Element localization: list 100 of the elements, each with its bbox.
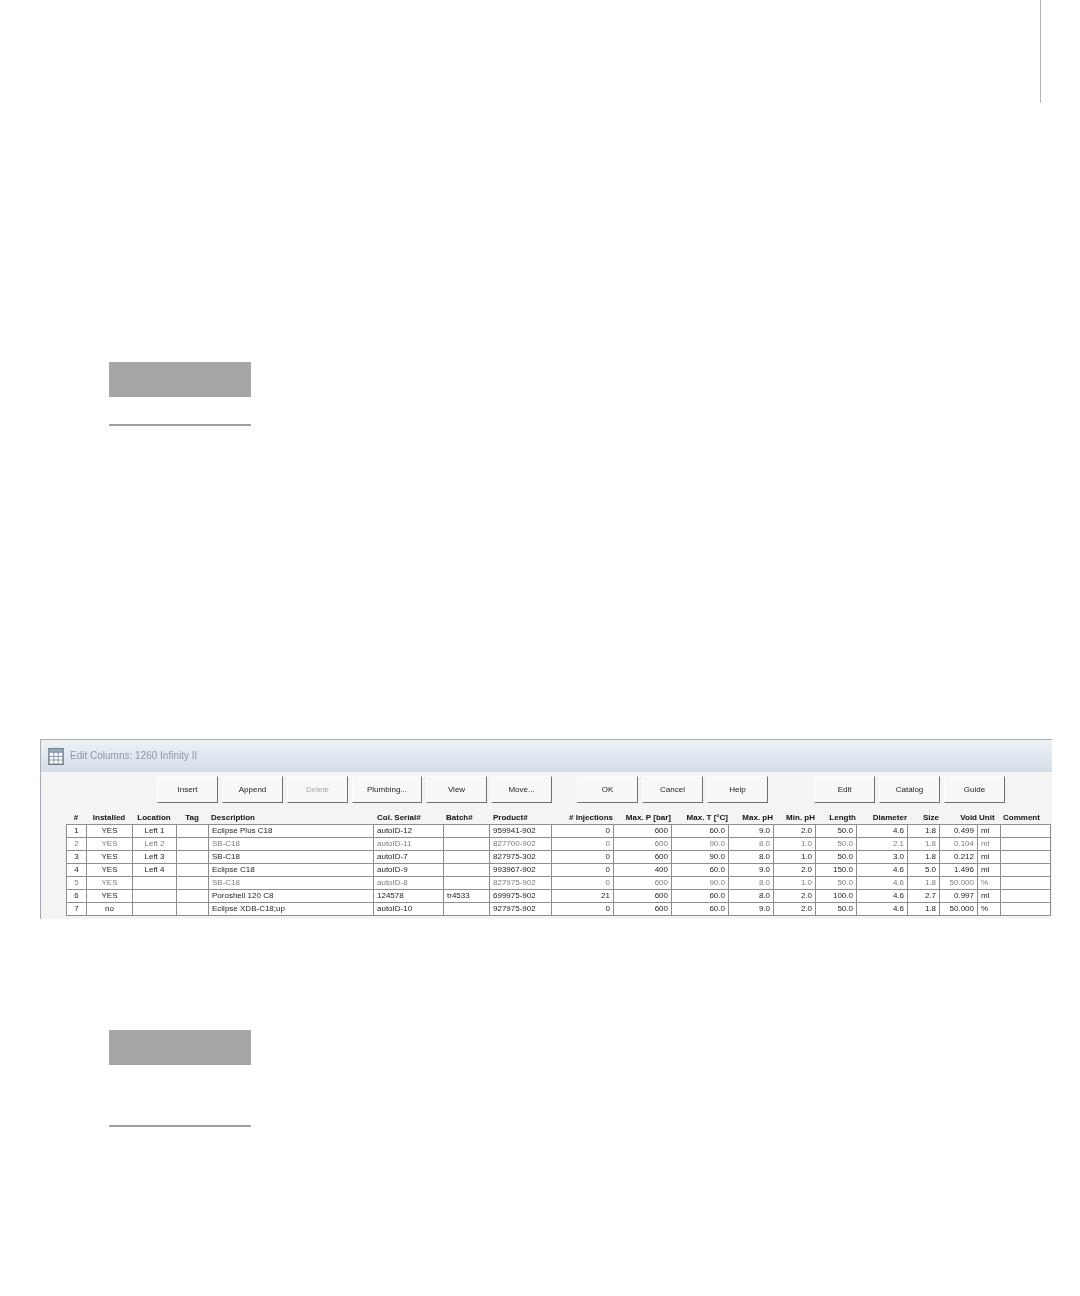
table-icon <box>48 747 64 765</box>
column-header: Product# <box>492 812 529 824</box>
column-header: Batch# <box>445 812 474 824</box>
table-cell: 0 <box>552 825 614 838</box>
table-cell: 0 <box>552 838 614 851</box>
table-cell: 50.0 <box>816 838 857 851</box>
table-cell: YES <box>87 890 133 903</box>
table-cell: YES <box>87 825 133 838</box>
toolbar-button[interactable]: Insert <box>157 776 218 803</box>
table-cell: 2.0 <box>774 825 816 838</box>
table-cell: 1.496 <box>940 864 978 877</box>
table-cell: 9.0 <box>729 903 774 916</box>
table-cell: 0.212 <box>940 851 978 864</box>
table-cell: 0 <box>552 877 614 890</box>
table-cell: 2.0 <box>774 903 816 916</box>
table-cell: 4.6 <box>857 877 908 890</box>
toolbar-button[interactable]: Append <box>222 776 283 803</box>
table-cell: 3.0 <box>857 851 908 864</box>
table-cell: Eclipse XDB-C18;up <box>209 903 374 916</box>
table-cell: 827975-902 <box>490 877 552 890</box>
column-header: Description <box>210 812 256 824</box>
table-cell: 600 <box>614 890 672 903</box>
toolbar-button[interactable]: Move... <box>491 776 553 803</box>
table-cell: 4.6 <box>857 890 908 903</box>
table-cell: 0.997 <box>940 890 978 903</box>
table-cell: 827975-302 <box>490 851 552 864</box>
table-cell: 1.8 <box>908 825 940 838</box>
table-cell: autoID-8 <box>374 877 444 890</box>
table-cell: 827700-902 <box>490 838 552 851</box>
toolbar-button[interactable]: Catalog <box>879 776 941 803</box>
column-header: # Injections <box>568 812 613 824</box>
table-cell: 400 <box>614 864 672 877</box>
table-cell: 699975-902 <box>490 890 552 903</box>
table-cell: autoID-9 <box>374 864 444 877</box>
table-cell: no <box>87 903 133 916</box>
table-cell: ml <box>978 864 1001 877</box>
toolbar-button[interactable]: Edit <box>814 776 876 803</box>
table-cell: Left 1 <box>133 825 177 838</box>
table-cell: 50.000 <box>940 903 978 916</box>
toolbar-button[interactable]: View <box>426 776 488 803</box>
column-header: Void <box>959 812 977 824</box>
table-cell: 0.104 <box>940 838 978 851</box>
table-cell: YES <box>87 851 133 864</box>
toolbar-button[interactable]: OK <box>577 776 639 803</box>
table-cell: 1.8 <box>908 877 940 890</box>
toolbar-button[interactable]: Guide <box>944 776 1006 803</box>
table-cell: Left 3 <box>133 851 177 864</box>
column-header: Unit <box>978 812 996 824</box>
table-cell: 600 <box>614 903 672 916</box>
table-cell: 50.0 <box>816 851 857 864</box>
row-number: 3 <box>67 851 87 864</box>
table-cell: 1.0 <box>774 851 816 864</box>
table-cell: 9.0 <box>729 825 774 838</box>
table-cell: 600 <box>614 877 672 890</box>
table-cell: autoID-10 <box>374 903 444 916</box>
table-cell: 8.0 <box>729 851 774 864</box>
table-cell: YES <box>87 877 133 890</box>
toolbar-button[interactable]: Cancel <box>642 776 704 803</box>
table-cell: 1.8 <box>908 851 940 864</box>
table-cell: Eclipse C18 <box>209 864 374 877</box>
column-header: Location <box>136 812 172 824</box>
table-cell: Left 4 <box>133 864 177 877</box>
table-cell: 0 <box>552 903 614 916</box>
column-header: # <box>72 812 80 824</box>
column-header: Max. T [°C] <box>685 812 728 824</box>
table-cell: 1.8 <box>908 838 940 851</box>
column-header: Min. pH <box>785 812 815 824</box>
table-cell: 100.0 <box>816 890 857 903</box>
row-number: 5 <box>67 877 87 890</box>
table-cell: 2.7 <box>908 890 940 903</box>
table-cell: 4.6 <box>857 825 908 838</box>
table-cell: 8.0 <box>729 890 774 903</box>
table-cell: 5.0 <box>908 864 940 877</box>
table-cell: 959941-902 <box>490 825 552 838</box>
table-cell: SB-C18 <box>209 877 374 890</box>
table-cell: 150.0 <box>816 864 857 877</box>
table-cell: 60.0 <box>672 864 729 877</box>
column-header: Col. Serial# <box>376 812 422 824</box>
table-cell: ml <box>978 825 1001 838</box>
table-cell: 0.499 <box>940 825 978 838</box>
table-cell: 50.0 <box>816 903 857 916</box>
table-cell: 1.0 <box>774 877 816 890</box>
table-cell: 0 <box>552 864 614 877</box>
table-cell: 50.0 <box>816 825 857 838</box>
table-cell: Left 2 <box>133 838 177 851</box>
row-number: 7 <box>67 903 87 916</box>
table-cell: % <box>978 903 1001 916</box>
column-header: Comment <box>1002 812 1041 824</box>
table-cell: SB-C18 <box>209 851 374 864</box>
table-cell: autoID-12 <box>374 825 444 838</box>
row-number: 4 <box>67 864 87 877</box>
table-cell: 927975-902 <box>490 903 552 916</box>
toolbar-button[interactable]: Help <box>707 776 769 803</box>
table-cell: YES <box>87 864 133 877</box>
toolbar-button[interactable]: Plumbing... <box>352 776 423 803</box>
table-cell: 21 <box>552 890 614 903</box>
table-cell: 600 <box>614 825 672 838</box>
table-cell: 2.0 <box>774 864 816 877</box>
table-cell: ml <box>978 890 1001 903</box>
column-header: Diameter <box>871 812 907 824</box>
